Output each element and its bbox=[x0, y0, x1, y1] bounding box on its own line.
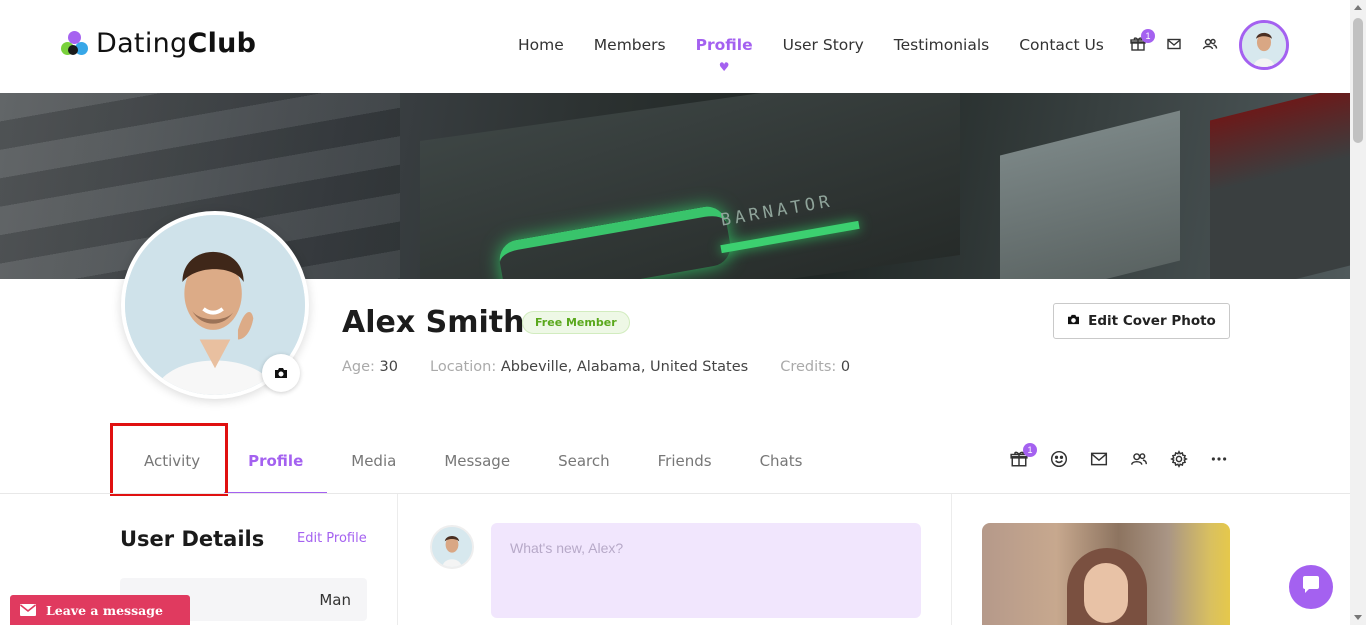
change-avatar-button[interactable] bbox=[262, 354, 300, 392]
mail-icon[interactable] bbox=[1090, 450, 1108, 468]
edit-cover-photo-label: Edit Cover Photo bbox=[1088, 313, 1216, 329]
more-icon[interactable] bbox=[1210, 450, 1228, 468]
logo[interactable]: DatingClub bbox=[60, 28, 256, 59]
gift-count-badge: 1 bbox=[1141, 29, 1155, 43]
tab-media[interactable]: Media bbox=[327, 430, 420, 494]
membership-badge: Free Member bbox=[522, 311, 630, 334]
location-value: Abbeville, Alabama, United States bbox=[500, 359, 749, 375]
header-avatar[interactable] bbox=[1239, 20, 1289, 70]
gift-icon[interactable]: 1 bbox=[1010, 443, 1037, 468]
chat-icon bbox=[1300, 574, 1322, 600]
gear-icon[interactable] bbox=[1170, 450, 1188, 468]
nav-profile-label: Profile bbox=[695, 36, 753, 54]
friends-icon[interactable] bbox=[1130, 450, 1148, 468]
age-value: 30 bbox=[379, 359, 398, 375]
featured-member-photo[interactable] bbox=[982, 523, 1230, 625]
logo-text: DatingClub bbox=[96, 28, 256, 59]
profile-action-icons: 1 bbox=[1010, 443, 1228, 468]
scrollbar-thumb[interactable] bbox=[1353, 18, 1363, 143]
gift-count-badge: 1 bbox=[1023, 443, 1037, 457]
tab-profile[interactable]: Profile bbox=[224, 430, 328, 494]
logo-text-light: Dating bbox=[96, 28, 188, 59]
tab-message[interactable]: Message bbox=[420, 430, 534, 494]
tab-search[interactable]: Search bbox=[534, 430, 634, 494]
credits-value: 0 bbox=[840, 359, 851, 375]
logo-text-bold: Club bbox=[187, 28, 257, 59]
chat-button[interactable] bbox=[1289, 565, 1333, 609]
scroll-up-icon[interactable] bbox=[1354, 5, 1362, 10]
mail-icon[interactable] bbox=[1166, 36, 1182, 52]
header-icons: 1 bbox=[1130, 29, 1218, 52]
smile-icon[interactable] bbox=[1050, 450, 1068, 468]
post-composer[interactable] bbox=[491, 523, 921, 618]
profile-location: Location: Abbeville, Alabama, United Sta… bbox=[430, 359, 748, 375]
camera-icon bbox=[1067, 313, 1080, 329]
location-label: Location: bbox=[430, 359, 497, 375]
scroll-down-icon[interactable] bbox=[1354, 615, 1362, 620]
tab-chats[interactable]: Chats bbox=[736, 430, 827, 494]
friends-icon[interactable] bbox=[1202, 36, 1218, 52]
profile-age: Age: 30 bbox=[342, 359, 398, 375]
user-details-title: User Details bbox=[120, 527, 265, 551]
leave-message-label: Leave a message bbox=[46, 602, 163, 618]
nav-home[interactable]: Home bbox=[518, 36, 564, 54]
logo-mark-icon bbox=[60, 29, 90, 59]
nav-profile[interactable]: Profile ♥ bbox=[695, 36, 753, 74]
page-scrollbar[interactable] bbox=[1350, 0, 1366, 625]
envelope-icon bbox=[10, 595, 46, 625]
age-label: Age: bbox=[342, 359, 375, 375]
nav-contact-us[interactable]: Contact Us bbox=[1019, 36, 1104, 54]
gender-value: Man bbox=[319, 591, 351, 609]
activity-tab-highlight bbox=[110, 423, 228, 496]
profile-name: Alex Smith bbox=[342, 305, 525, 340]
column-divider-left bbox=[397, 494, 398, 625]
edit-profile-link[interactable]: Edit Profile bbox=[297, 531, 367, 546]
nav-user-story[interactable]: User Story bbox=[783, 36, 864, 54]
main-nav: Home Members Profile ♥ User Story Testimo… bbox=[518, 36, 1134, 74]
credits-label: Credits: bbox=[780, 359, 837, 375]
site-header: DatingClub Home Members Profile ♥ User St… bbox=[0, 0, 1350, 93]
tab-friends[interactable]: Friends bbox=[634, 430, 736, 494]
tabs-divider bbox=[0, 493, 1350, 494]
column-divider-right bbox=[951, 494, 952, 625]
profile-credits: Credits: 0 bbox=[780, 359, 850, 375]
composer-avatar bbox=[430, 525, 474, 569]
heart-icon: ♥ bbox=[718, 60, 730, 74]
gift-icon[interactable]: 1 bbox=[1130, 29, 1155, 52]
edit-cover-photo-button[interactable]: Edit Cover Photo bbox=[1053, 303, 1230, 339]
post-composer-input[interactable] bbox=[510, 540, 902, 556]
nav-members[interactable]: Members bbox=[594, 36, 666, 54]
nav-testimonials[interactable]: Testimonials bbox=[894, 36, 989, 54]
camera-icon bbox=[274, 364, 288, 383]
profile-meta: Age: 30 Location: Abbeville, Alabama, Un… bbox=[342, 359, 850, 375]
leave-message-widget[interactable]: Leave a message bbox=[10, 595, 190, 625]
